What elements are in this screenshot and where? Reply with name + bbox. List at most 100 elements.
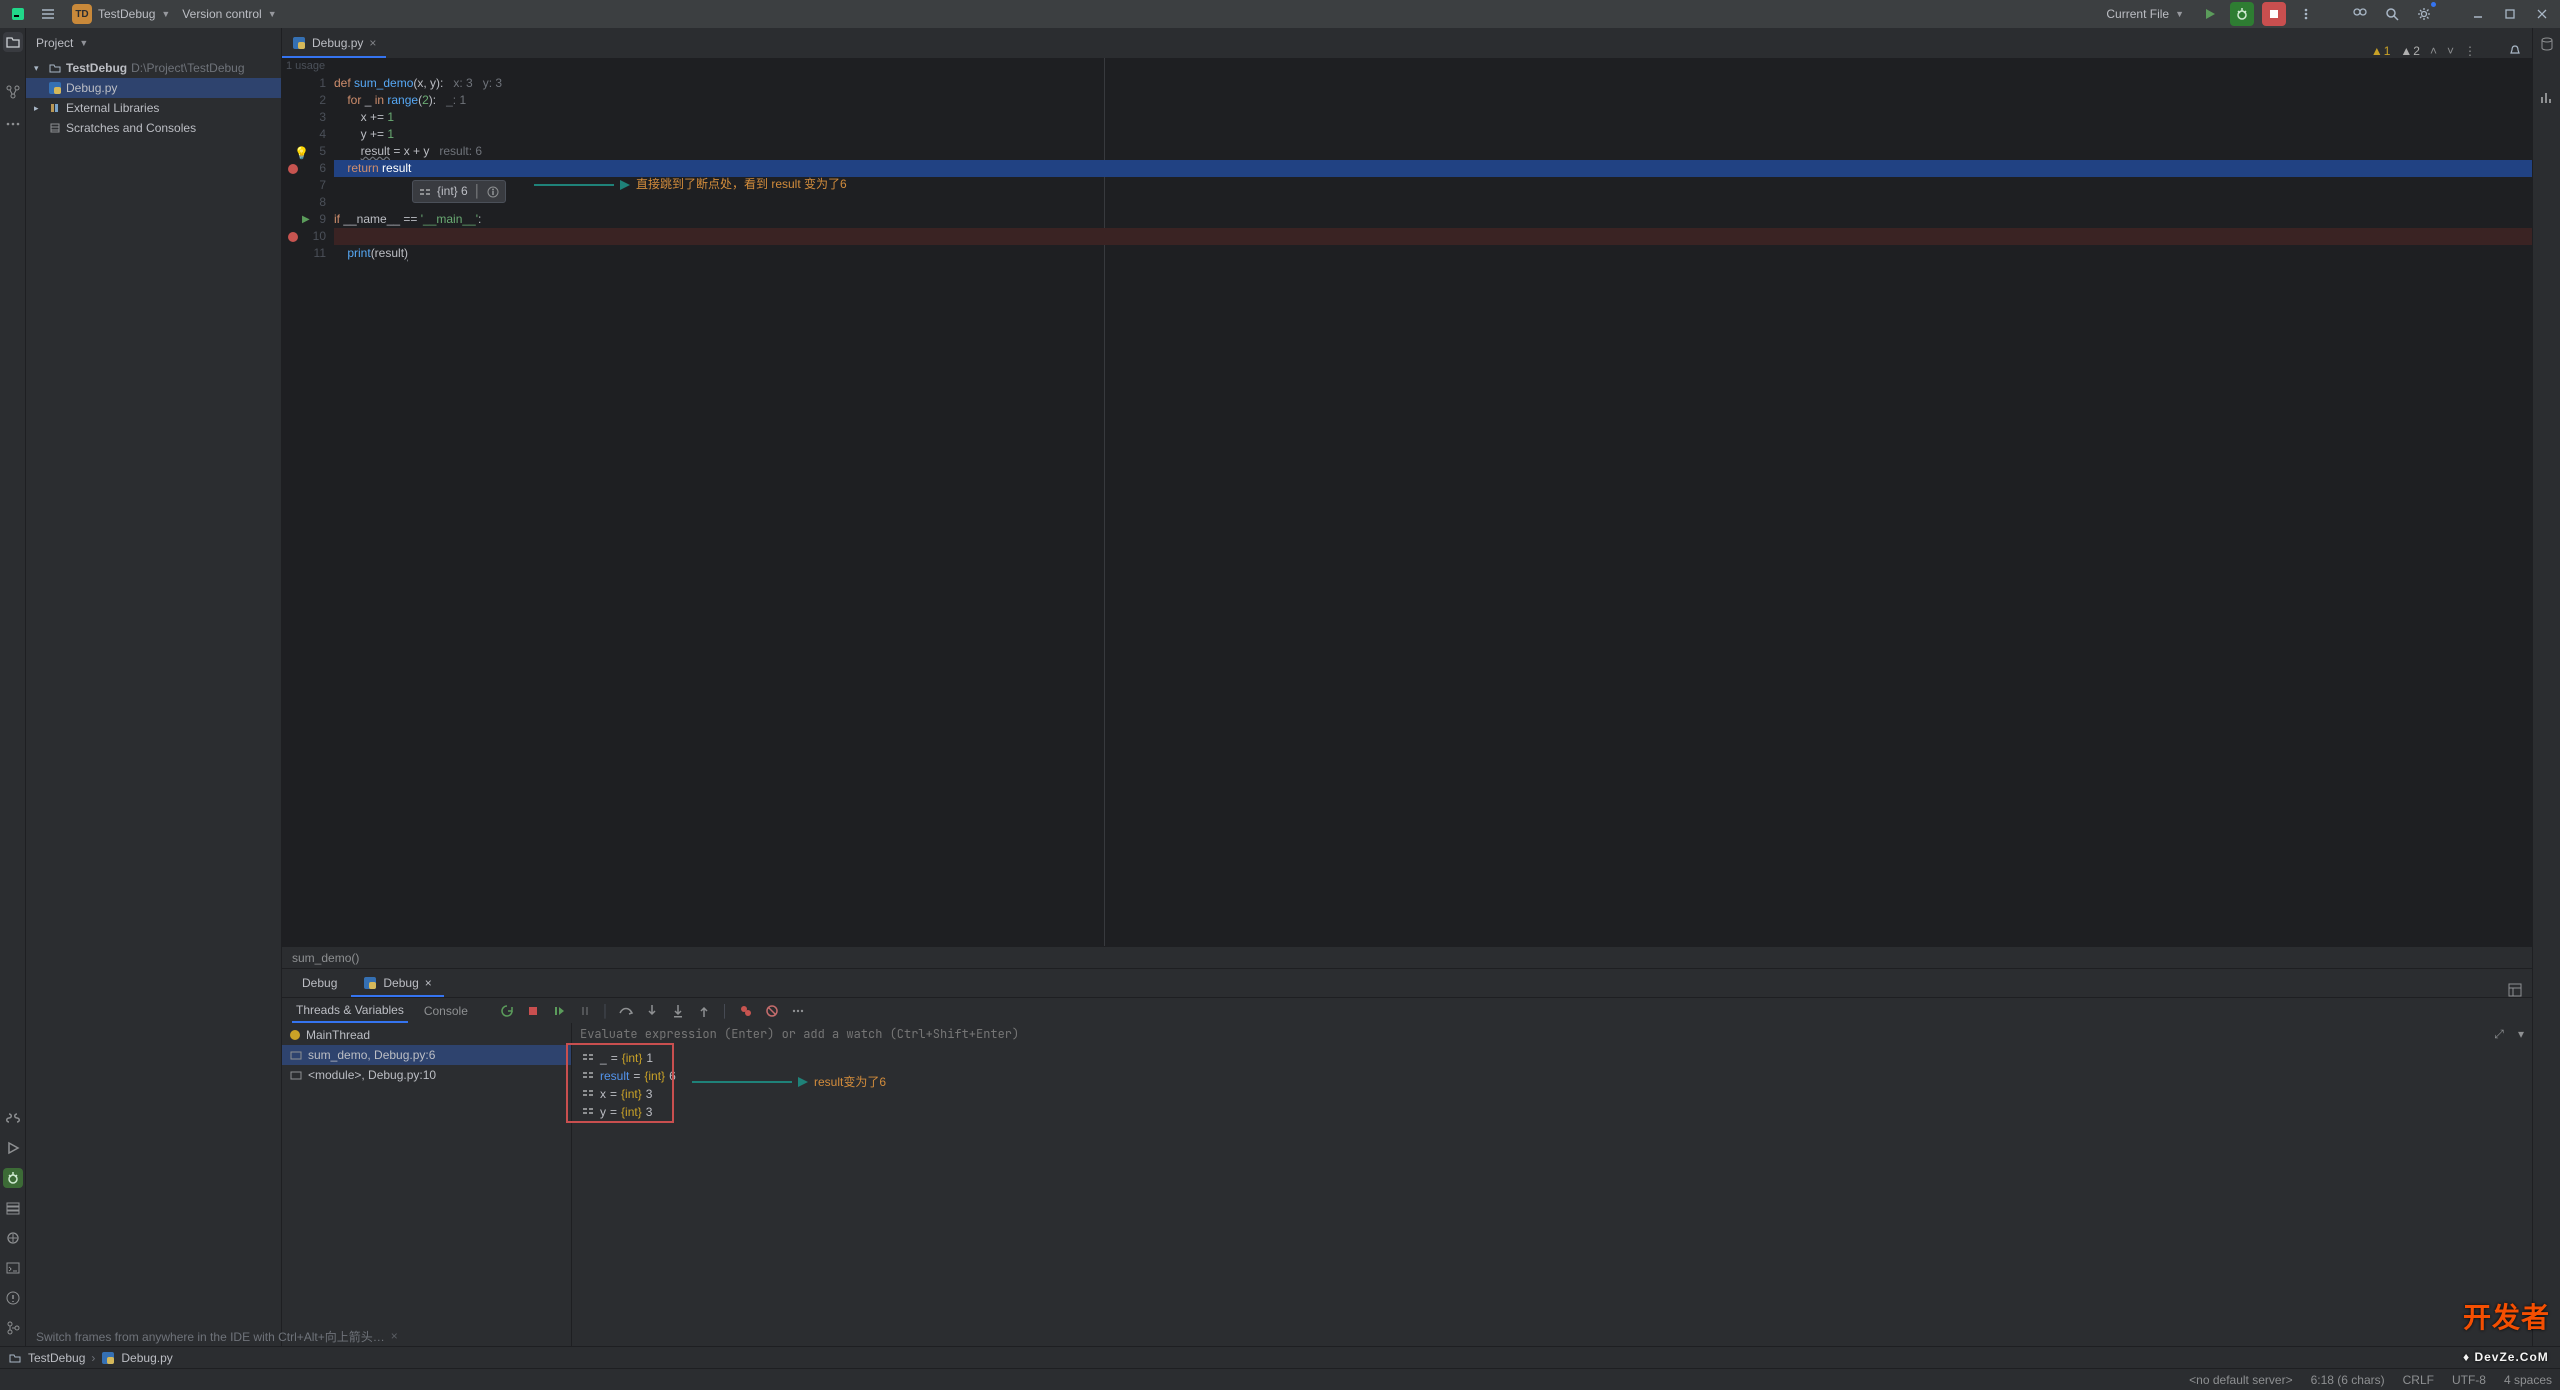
step-into-icon[interactable] bbox=[643, 1002, 661, 1020]
coverage-tool-icon[interactable] bbox=[2537, 88, 2557, 108]
project-selector[interactable]: TestDebug▼ bbox=[98, 7, 170, 21]
warnings-indicator[interactable]: ▲1 bbox=[2371, 44, 2391, 58]
debug-tool-icon[interactable] bbox=[3, 1168, 23, 1188]
editor-tab-debugpy[interactable]: Debug.py × bbox=[282, 30, 386, 58]
debug-session-tab[interactable]: Debug × bbox=[351, 971, 443, 997]
frame-row[interactable]: sum_demo, Debug.py:6 bbox=[282, 1045, 571, 1065]
step-over-icon[interactable] bbox=[617, 1002, 635, 1020]
vcs-tool-icon[interactable] bbox=[3, 1318, 23, 1338]
nav-project[interactable]: TestDebug bbox=[28, 1351, 85, 1365]
rerun-icon[interactable] bbox=[498, 1002, 516, 1020]
terminal-tool-icon[interactable] bbox=[3, 1258, 23, 1278]
variable-type: {int} bbox=[644, 1069, 665, 1083]
frame-label: sum_demo, Debug.py:6 bbox=[308, 1048, 435, 1062]
tree-file-debugpy[interactable]: Debug.py bbox=[26, 78, 281, 98]
tree-scratches-label: Scratches and Consoles bbox=[66, 121, 196, 135]
weak-warnings-indicator[interactable]: ▲2 bbox=[2400, 44, 2420, 58]
close-tip-icon[interactable]: × bbox=[391, 1329, 398, 1343]
run-button[interactable] bbox=[2198, 2, 2222, 26]
run-config-selector[interactable]: Current File▼ bbox=[2100, 5, 2190, 23]
intention-bulb-icon[interactable]: 💡 bbox=[294, 145, 308, 159]
debug-more-icon[interactable] bbox=[789, 1002, 807, 1020]
console-tab[interactable]: Console bbox=[420, 999, 472, 1023]
tree-root-label: TestDebug bbox=[66, 61, 127, 75]
close-window-icon[interactable] bbox=[2530, 2, 2554, 26]
close-session-icon[interactable]: × bbox=[425, 976, 432, 990]
maximize-icon[interactable] bbox=[2498, 2, 2522, 26]
view-breakpoints-icon[interactable] bbox=[737, 1002, 755, 1020]
python-console-icon[interactable] bbox=[3, 1108, 23, 1128]
folder-icon bbox=[48, 61, 62, 75]
status-server[interactable]: <no default server> bbox=[2189, 1373, 2292, 1387]
search-icon[interactable] bbox=[2380, 2, 2404, 26]
python-file-icon bbox=[363, 976, 377, 990]
minimize-icon[interactable] bbox=[2466, 2, 2490, 26]
database-tool-icon[interactable] bbox=[2537, 34, 2557, 54]
status-cursor-pos[interactable]: 6:18 (6 chars) bbox=[2311, 1373, 2385, 1387]
editor-body[interactable]: 1 usage 1 2 3 4 💡5 6 7 8 ▶9 10 11 bbox=[282, 58, 2532, 946]
tree-scratches[interactable]: Scratches and Consoles bbox=[26, 118, 281, 138]
frame-row[interactable]: <module>, Debug.py:10 bbox=[282, 1065, 571, 1085]
expand-eval-icon[interactable]: ⤢ bbox=[2488, 1027, 2510, 1042]
debug-button[interactable] bbox=[2230, 2, 2254, 26]
stop-debug-icon[interactable] bbox=[524, 1002, 542, 1020]
editor-options-icon[interactable]: ⋮ bbox=[2464, 44, 2476, 58]
editor-area: Debug.py × ▲1 ▲2 ˄ ˅ ⋮ 1 usage 1 2 bbox=[282, 28, 2532, 1390]
close-tab-icon[interactable]: × bbox=[369, 36, 376, 50]
notifications-icon[interactable] bbox=[2508, 44, 2522, 58]
project-header-label: Project bbox=[36, 36, 73, 50]
resume-icon[interactable] bbox=[550, 1002, 568, 1020]
editor-tab-label: Debug.py bbox=[312, 36, 363, 50]
breakpoint-icon[interactable] bbox=[288, 232, 298, 242]
nav-file[interactable]: Debug.py bbox=[121, 1351, 172, 1365]
problems-tool-icon[interactable] bbox=[3, 1288, 23, 1308]
thread-row[interactable]: MainThread bbox=[282, 1025, 571, 1045]
layout-settings-icon[interactable] bbox=[2508, 983, 2522, 997]
status-encoding[interactable]: UTF-8 bbox=[2452, 1373, 2486, 1387]
project-tree[interactable]: ▾ TestDebug D:\Project\TestDebug Debug.p… bbox=[26, 58, 281, 1390]
pause-icon[interactable] bbox=[576, 1002, 594, 1020]
vcs-selector[interactable]: Version control▼ bbox=[182, 7, 276, 21]
variable-tooltip-icon bbox=[419, 186, 431, 198]
prev-highlight-icon[interactable]: ˄ bbox=[2430, 44, 2437, 58]
debug-value-tooltip[interactable]: {int} 6 │ bbox=[412, 180, 506, 203]
next-highlight-icon[interactable]: ˅ bbox=[2447, 44, 2454, 58]
python-packages-icon[interactable] bbox=[3, 1228, 23, 1248]
variable-type: {int} bbox=[622, 1051, 643, 1065]
frame-icon bbox=[290, 1049, 302, 1061]
eval-dropdown-icon[interactable]: ▾ bbox=[2510, 1027, 2532, 1041]
stop-button[interactable] bbox=[2262, 2, 2286, 26]
evaluate-expression-input[interactable] bbox=[572, 1026, 2488, 1042]
app-logo-icon[interactable] bbox=[6, 2, 30, 26]
status-indent[interactable]: 4 spaces bbox=[2504, 1373, 2552, 1387]
code-with-me-icon[interactable] bbox=[2348, 2, 2372, 26]
run-gutter-icon[interactable]: ▶ bbox=[302, 211, 310, 228]
editor-breadcrumb[interactable]: sum_demo() bbox=[282, 946, 2532, 968]
usages-hint[interactable]: 1 usage bbox=[282, 58, 326, 75]
step-out-icon[interactable] bbox=[695, 1002, 713, 1020]
more-actions-icon[interactable] bbox=[2294, 2, 2318, 26]
tree-root[interactable]: ▾ TestDebug D:\Project\TestDebug bbox=[26, 58, 281, 78]
info-icon[interactable] bbox=[487, 186, 499, 198]
variable-row[interactable]: y = {int} 3 bbox=[582, 1103, 2522, 1121]
variable-value: 3 bbox=[646, 1087, 653, 1101]
mute-breakpoints-icon[interactable] bbox=[763, 1002, 781, 1020]
project-panel-header[interactable]: Project▼ bbox=[26, 28, 281, 58]
settings-icon[interactable] bbox=[2412, 2, 2436, 26]
titlebar: TD TestDebug▼ Version control▼ Current F… bbox=[0, 0, 2560, 28]
step-into-my-icon[interactable] bbox=[669, 1002, 687, 1020]
tree-ext-libs[interactable]: ▸ External Libraries bbox=[26, 98, 281, 118]
breakpoint-icon[interactable] bbox=[288, 164, 298, 174]
debug-toolwindow-tab[interactable]: Debug bbox=[290, 971, 349, 997]
threads-vars-tab[interactable]: Threads & Variables bbox=[292, 999, 408, 1023]
editor-gutter[interactable]: 1 usage 1 2 3 4 💡5 6 7 8 ▶9 10 11 bbox=[282, 58, 334, 946]
variable-row[interactable]: _ = {int} 1 bbox=[582, 1049, 2522, 1067]
editor-code[interactable]: def sum_demo(x, y): x: 3 y: 3 for _ in r… bbox=[334, 58, 2532, 946]
tree-root-path: D:\Project\TestDebug bbox=[131, 61, 244, 75]
breadcrumb-item[interactable]: sum_demo() bbox=[292, 951, 359, 965]
services-tool-icon[interactable] bbox=[3, 1198, 23, 1218]
status-line-sep[interactable]: CRLF bbox=[2403, 1373, 2434, 1387]
navigation-bar[interactable]: TestDebug › Debug.py bbox=[0, 1346, 2560, 1368]
hamburger-icon[interactable] bbox=[36, 2, 60, 26]
run-tool-icon[interactable] bbox=[3, 1138, 23, 1158]
